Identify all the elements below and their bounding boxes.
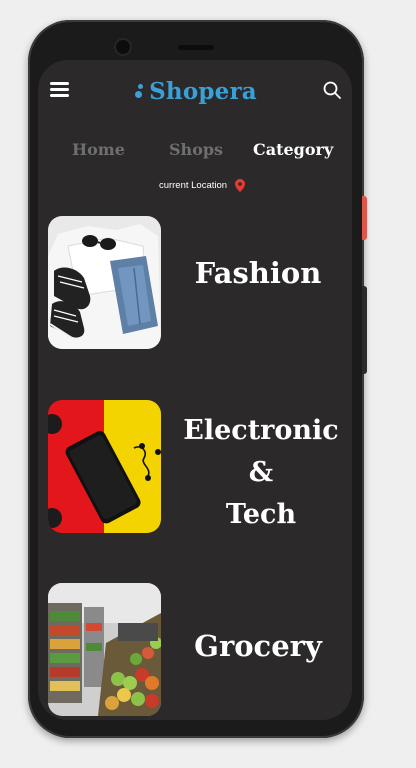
brand-logo: Shopera: [126, 74, 266, 108]
app-screen: Shopera Home Shops Category current Loca…: [38, 60, 352, 720]
front-camera: [116, 40, 130, 54]
search-icon[interactable]: [322, 80, 342, 100]
grocery-image: [48, 583, 161, 716]
category-card-grocery[interactable]: Grocery: [48, 583, 348, 717]
category-label-electronic-tech: Electronic & Tech: [183, 415, 339, 530]
earpiece-speaker: [178, 45, 214, 50]
tab-category[interactable]: Category: [253, 140, 333, 159]
app-name: Shopera: [149, 77, 257, 105]
hamburger-menu-icon[interactable]: [50, 82, 69, 97]
power-button: [362, 286, 367, 374]
location-pin-icon: [235, 179, 246, 192]
logo-dots-icon: [135, 81, 145, 101]
location-label: current Location: [158, 180, 228, 191]
electronics-image: [48, 400, 161, 533]
tab-shops[interactable]: Shops: [169, 140, 223, 159]
category-label-grocery: Grocery: [194, 629, 322, 663]
nav-tabs: Home Shops Category: [38, 140, 352, 170]
app-header: Shopera: [38, 60, 352, 120]
volume-button: [362, 196, 367, 240]
current-location[interactable]: current Location: [38, 179, 352, 192]
fashion-image: [48, 216, 161, 349]
tab-home[interactable]: Home: [72, 140, 125, 159]
category-label-fashion: Fashion: [194, 256, 322, 290]
category-card-fashion[interactable]: Fashion: [48, 216, 348, 350]
category-card-electronic-tech[interactable]: Electronic & Tech: [48, 400, 348, 534]
